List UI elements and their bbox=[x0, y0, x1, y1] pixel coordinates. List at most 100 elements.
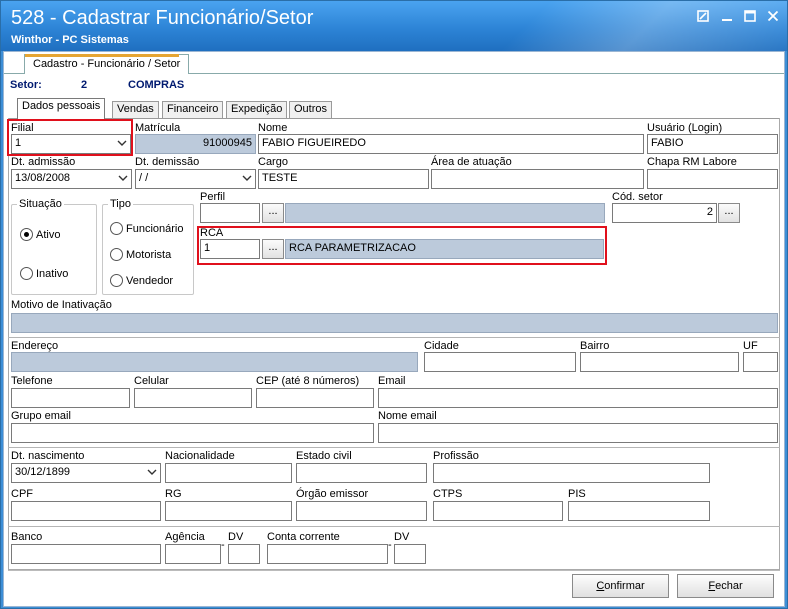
cidade-field[interactable] bbox=[424, 352, 576, 372]
dt-admissao-value: 13/08/2008 bbox=[15, 172, 71, 184]
dt-nascimento-select[interactable]: 30/12/1899 bbox=[11, 463, 161, 483]
radio-funcionario[interactable] bbox=[110, 222, 123, 235]
cargo-field[interactable]: TESTE bbox=[258, 169, 429, 189]
radio-inativo[interactable] bbox=[20, 267, 33, 280]
rca-desc-field: RCA PARAMETRIZACAO bbox=[285, 239, 604, 259]
section-divider bbox=[8, 447, 780, 448]
endereco-field[interactable] bbox=[11, 352, 418, 372]
section-divider bbox=[8, 337, 780, 338]
pis-label: PIS bbox=[568, 488, 586, 500]
estado-civil-field[interactable] bbox=[296, 463, 427, 483]
dt-demissao-label: Dt. demissão bbox=[135, 156, 200, 168]
top-tab-accent bbox=[25, 54, 179, 57]
conta-field[interactable] bbox=[267, 544, 388, 564]
rca-search-button[interactable]: ... bbox=[262, 239, 284, 259]
rg-field[interactable] bbox=[165, 501, 292, 521]
confirmar-button[interactable]: Confirmar bbox=[572, 574, 669, 598]
filial-select[interactable]: 1 bbox=[11, 134, 131, 154]
bairro-field[interactable] bbox=[580, 352, 739, 372]
title-bar: 528 - Cadastrar Funcionário/Setor Wintho… bbox=[1, 1, 787, 51]
chapa-field[interactable] bbox=[647, 169, 778, 189]
cod-setor-search-button[interactable]: ... bbox=[718, 203, 740, 223]
close-icon[interactable] bbox=[763, 9, 783, 25]
radio-ativo[interactable] bbox=[20, 228, 33, 241]
ctps-label: CTPS bbox=[433, 488, 463, 500]
perfil-search-button[interactable]: ... bbox=[262, 203, 284, 223]
app-window: 528 - Cadastrar Funcionário/Setor Wintho… bbox=[0, 0, 788, 609]
vendedor-label: Vendedor bbox=[126, 275, 174, 287]
cod-setor-field[interactable]: 2 bbox=[612, 203, 717, 223]
setor-label: Setor: bbox=[10, 79, 42, 91]
email-label: Email bbox=[378, 375, 406, 387]
resize-icon[interactable] bbox=[693, 9, 713, 25]
ctps-field[interactable] bbox=[433, 501, 563, 521]
agencia-dash: - bbox=[221, 539, 225, 551]
tab-dados-pessoais[interactable]: Dados pessoais bbox=[17, 98, 106, 119]
cep-field[interactable] bbox=[256, 388, 374, 408]
chevron-down-icon bbox=[147, 469, 157, 475]
dt-admissao-select[interactable]: 13/08/2008 bbox=[11, 169, 132, 189]
chevron-down-icon bbox=[117, 140, 127, 146]
perfil-code-field[interactable] bbox=[200, 203, 260, 223]
radio-motorista[interactable] bbox=[110, 248, 123, 261]
conta-label: Conta corrente bbox=[267, 531, 340, 543]
cep-label: CEP (até 8 números) bbox=[256, 375, 360, 387]
tab-financeiro[interactable]: Financeiro bbox=[162, 101, 224, 118]
cpf-field[interactable] bbox=[11, 501, 161, 521]
perfil-label: Perfil bbox=[200, 191, 226, 203]
inativo-label: Inativo bbox=[36, 268, 69, 280]
area-label: Área de atuação bbox=[431, 156, 512, 168]
banco-label: Banco bbox=[11, 531, 43, 543]
dt-nascimento-label: Dt. nascimento bbox=[11, 450, 85, 462]
agencia-label: Agência bbox=[165, 531, 205, 543]
profissao-label: Profissão bbox=[433, 450, 479, 462]
perfil-desc-field bbox=[285, 203, 605, 223]
dv-field[interactable] bbox=[228, 544, 260, 564]
nome-email-label: Nome email bbox=[378, 410, 437, 422]
usuario-field[interactable]: FABIO bbox=[647, 134, 778, 154]
matricula-field: 91000945 bbox=[135, 134, 256, 154]
nome-label: Nome bbox=[258, 122, 288, 134]
footer-divider bbox=[8, 570, 780, 571]
cidade-label: Cidade bbox=[424, 340, 459, 352]
minimize-icon[interactable] bbox=[717, 9, 737, 25]
ativo-label: Ativo bbox=[36, 229, 61, 241]
dt-demissao-select[interactable]: / / bbox=[135, 169, 256, 189]
rg-label: RG bbox=[165, 488, 182, 500]
email-field[interactable] bbox=[378, 388, 778, 408]
rca-code-field[interactable]: 1 bbox=[200, 239, 260, 259]
uf-field[interactable] bbox=[743, 352, 778, 372]
dv-label: DV bbox=[228, 531, 244, 543]
telefone-field[interactable] bbox=[11, 388, 130, 408]
cargo-label: Cargo bbox=[258, 156, 288, 168]
dv2-field[interactable] bbox=[394, 544, 426, 564]
orgao-field[interactable] bbox=[296, 501, 427, 521]
tab-vendas[interactable]: Vendas bbox=[112, 101, 159, 118]
matricula-label: Matrícula bbox=[135, 122, 181, 134]
filial-label: Filial bbox=[11, 122, 34, 134]
banco-field[interactable] bbox=[11, 544, 161, 564]
fechar-button[interactable]: Fechar bbox=[677, 574, 774, 598]
fechar-label: echar bbox=[715, 580, 743, 592]
nome-email-field[interactable] bbox=[378, 423, 778, 443]
tab-expedicao[interactable]: Expedição bbox=[226, 101, 288, 118]
nacionalidade-field[interactable] bbox=[165, 463, 292, 483]
uf-label: UF bbox=[743, 340, 758, 352]
area-field[interactable] bbox=[431, 169, 644, 189]
profissao-field[interactable] bbox=[433, 463, 710, 483]
estado-civil-label: Estado civil bbox=[296, 450, 352, 462]
grupo-email-field[interactable] bbox=[11, 423, 374, 443]
motivo-field bbox=[11, 313, 778, 333]
tab-outros[interactable]: Outros bbox=[289, 101, 333, 118]
radio-vendedor[interactable] bbox=[110, 274, 123, 287]
chevron-down-icon bbox=[242, 175, 252, 181]
agencia-field[interactable] bbox=[165, 544, 221, 564]
nome-field[interactable]: FABIO FIGUEIREDO bbox=[258, 134, 644, 154]
maximize-icon[interactable] bbox=[740, 9, 760, 25]
pis-field[interactable] bbox=[568, 501, 710, 521]
celular-field[interactable] bbox=[134, 388, 252, 408]
filial-value: 1 bbox=[15, 137, 22, 149]
cpf-label: CPF bbox=[11, 488, 33, 500]
tab-cadastro[interactable]: Cadastro - Funcionário / Setor bbox=[24, 54, 190, 74]
setor-code: 2 bbox=[81, 79, 88, 91]
